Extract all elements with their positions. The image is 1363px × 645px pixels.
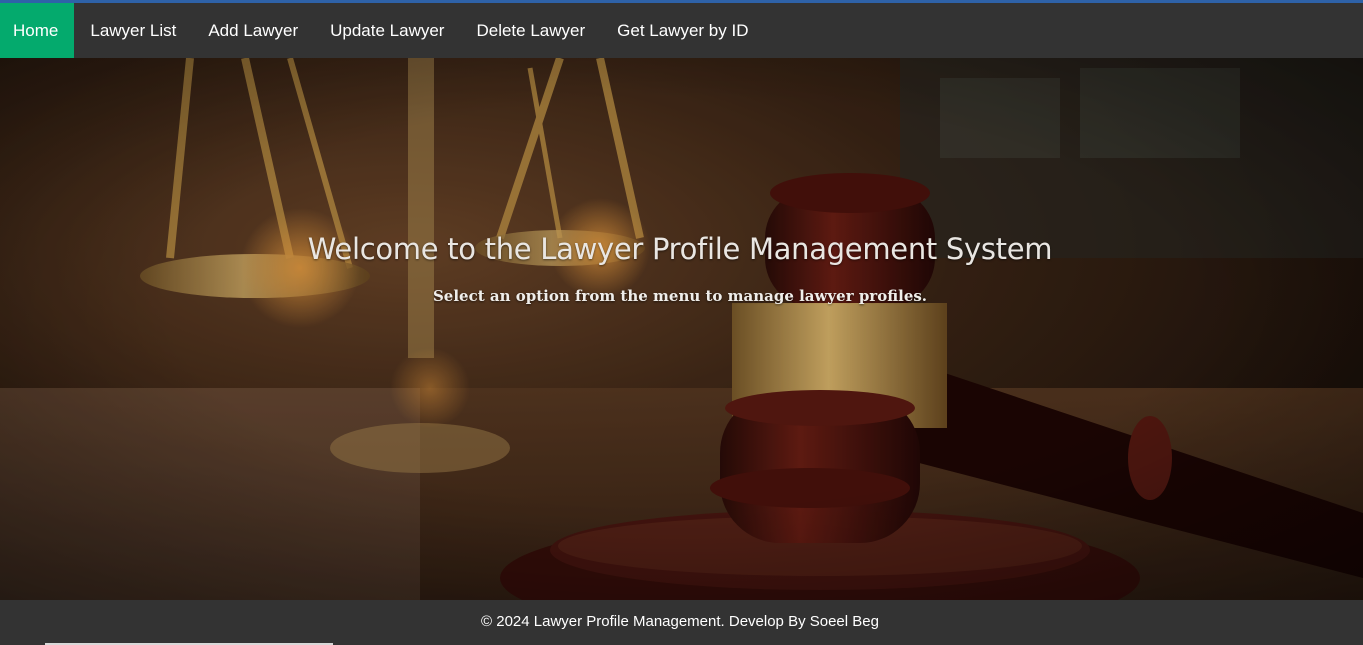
navbar: Home Lawyer List Add Lawyer Update Lawye… bbox=[0, 3, 1363, 58]
hero-background-image bbox=[0, 58, 1363, 600]
nav-update-lawyer[interactable]: Update Lawyer bbox=[314, 3, 460, 58]
footer-copyright: © 2024 Lawyer Profile Management. Develo… bbox=[481, 613, 879, 630]
nav-get-lawyer-by-id[interactable]: Get Lawyer by ID bbox=[601, 3, 764, 58]
nav-lawyer-list[interactable]: Lawyer List bbox=[74, 3, 192, 58]
hero-section: Welcome to the Lawyer Profile Management… bbox=[0, 58, 1363, 600]
nav-add-lawyer[interactable]: Add Lawyer bbox=[192, 3, 314, 58]
nav-home[interactable]: Home bbox=[0, 3, 75, 58]
page-title: Welcome to the Lawyer Profile Management… bbox=[307, 232, 1053, 266]
page-subtitle: Select an option from the menu to manage… bbox=[432, 287, 928, 305]
nav-delete-lawyer[interactable]: Delete Lawyer bbox=[460, 3, 601, 58]
footer: © 2024 Lawyer Profile Management. Develo… bbox=[0, 600, 1363, 645]
